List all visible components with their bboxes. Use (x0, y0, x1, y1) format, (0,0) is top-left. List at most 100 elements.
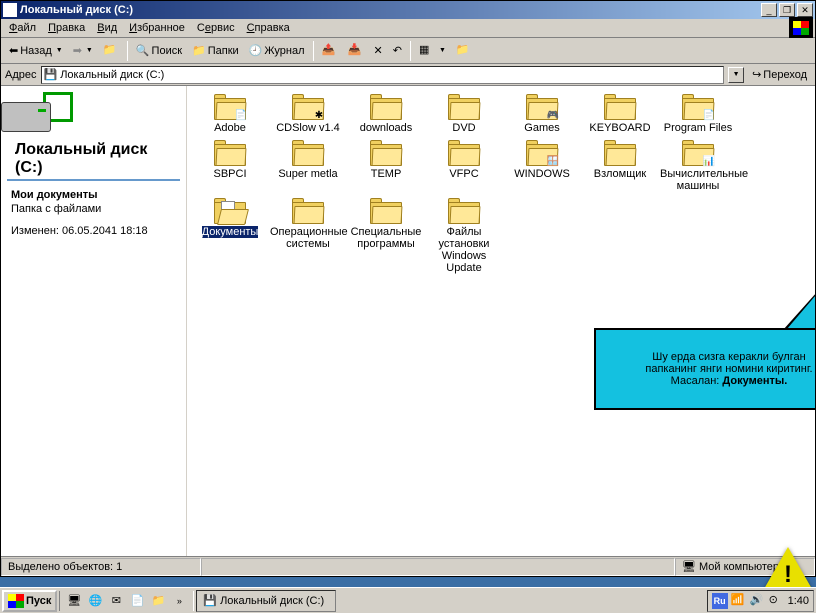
ql-ie[interactable]: 🌐 (85, 591, 105, 611)
forward-button[interactable]: ➡▼ (69, 42, 97, 59)
tray-icon-1[interactable]: 📶 (731, 593, 747, 609)
tray-icon-3[interactable]: ⊙ (769, 593, 785, 609)
taskbar: Пуск 🖥 🌐 ✉ 📄 📁 » 💾 Локальный диск (C:) R… (0, 587, 816, 613)
folder-label: Adobe (214, 122, 246, 134)
folder-item[interactable]: VFPC (425, 140, 503, 192)
toolbar: ⬅Назад▼ ➡▼ 📁 🔍Поиск 📁Папки 🕘Журнал 📤 📥 ✕… (1, 38, 815, 64)
extra-button[interactable]: 📁 (452, 41, 476, 61)
folder-item[interactable]: Super metla (269, 140, 347, 192)
folder-item[interactable]: 📄Adobe (191, 94, 269, 134)
language-indicator[interactable]: Ru (712, 593, 728, 609)
folder-icon (214, 198, 246, 224)
folder-label: Операционные системы (270, 226, 346, 250)
explorer-window: Локальный диск (C:) _ ❐ ✕ Файл Правка Ви… (0, 0, 816, 577)
addressbar: Адрес 💾 Локальный диск (C:) ▼ ↪Переход (1, 64, 815, 86)
menu-favorites[interactable]: Избранное (123, 20, 191, 36)
move-icon: 📤 (322, 43, 338, 59)
folder-icon (370, 94, 402, 120)
menu-tools[interactable]: Сервис (191, 20, 241, 36)
folder-label: DVD (452, 122, 475, 134)
address-input[interactable]: 💾 Локальный диск (C:) (41, 66, 725, 84)
folder-label: Games (524, 122, 559, 134)
quick-launch: 🖥 🌐 ✉ 📄 📁 » (59, 591, 194, 611)
history-button[interactable]: 🕘Журнал (245, 42, 309, 59)
folder-item[interactable]: DVD (425, 94, 503, 134)
taskbar-item-explorer[interactable]: 💾 Локальный диск (C:) (196, 590, 336, 612)
ql-desktop[interactable]: 🖥 (64, 591, 84, 611)
folder-label: CDSlow v1.4 (276, 122, 340, 134)
folder-up-icon: 📁 (103, 43, 119, 59)
menu-file[interactable]: Файл (3, 20, 42, 36)
folder-icon (370, 198, 402, 224)
drive-graphic (1, 92, 81, 137)
menu-edit[interactable]: Правка (42, 20, 91, 36)
folder-icon (448, 140, 480, 166)
close-button[interactable]: ✕ (797, 3, 813, 17)
icon-area[interactable]: 📄Adobe✱CDSlow v1.4downloads DVD 🎮GamesKEYB… (187, 86, 815, 556)
ql-app1[interactable]: 📄 (127, 591, 147, 611)
statusbar: Выделено объектов: 1 🖥Мой компьютер (1, 556, 815, 576)
folder-label: Super metla (278, 168, 337, 180)
separator (410, 41, 411, 61)
folder-icon (604, 94, 636, 120)
folder-item[interactable]: downloads (347, 94, 425, 134)
folder-item[interactable]: Операционные системы (269, 198, 347, 274)
restore-button[interactable]: ❐ (779, 3, 795, 17)
extra-icon: 📁 (456, 43, 472, 59)
selection-modified: Изменен: 06.05.2041 18:18 (11, 225, 176, 237)
back-arrow-icon: ⬅ (9, 44, 18, 57)
titlebar[interactable]: Локальный диск (C:) _ ❐ ✕ (1, 1, 815, 19)
folder-icon (370, 140, 402, 166)
search-button[interactable]: 🔍Поиск (132, 42, 186, 59)
views-button[interactable]: ▦▼ (415, 41, 450, 61)
folder-item[interactable]: 🪟WINDOWS (503, 140, 581, 192)
moveto-button[interactable]: 📤 (318, 41, 342, 61)
folder-item[interactable]: Специальные программы (347, 198, 425, 274)
undo-button[interactable]: ↶ (389, 42, 406, 59)
go-button[interactable]: ↪Переход (748, 66, 811, 83)
separator (313, 41, 314, 61)
menu-view[interactable]: Вид (91, 20, 123, 36)
go-icon: ↪ (752, 68, 761, 81)
drive-icon: 💾 (44, 68, 58, 81)
ql-more[interactable]: » (169, 591, 189, 611)
folder-item[interactable]: 📊Вычислительные машины (659, 140, 737, 192)
ql-app2[interactable]: 📁 (148, 591, 168, 611)
tray-icon-2[interactable]: 🔊 (750, 593, 766, 609)
folders-button[interactable]: 📁Папки (188, 42, 243, 59)
folder-label: TEMP (371, 168, 402, 180)
minimize-button[interactable]: _ (761, 3, 777, 17)
delete-button[interactable]: ✕ (370, 42, 387, 59)
undo-icon: ↶ (393, 44, 402, 57)
folder-label: Program Files (664, 122, 732, 134)
menu-help[interactable]: Справка (241, 20, 296, 36)
ql-outlook[interactable]: ✉ (106, 591, 126, 611)
folder-item[interactable]: ✱CDSlow v1.4 (269, 94, 347, 134)
copyto-button[interactable]: 📥 (344, 41, 368, 61)
views-icon: ▦ (419, 43, 435, 59)
folder-item[interactable]: Документы (191, 198, 269, 274)
content-area: Локальный диск (C:) Мои документы Папка … (1, 86, 815, 556)
status-spacer (201, 558, 675, 576)
folder-icon (448, 94, 480, 120)
folder-item[interactable]: TEMP (347, 140, 425, 192)
back-button[interactable]: ⬅Назад▼ (5, 42, 67, 59)
folder-item[interactable]: 🎮Games (503, 94, 581, 134)
up-button[interactable]: 📁 (99, 41, 123, 61)
folder-icon (292, 140, 324, 166)
separator (127, 41, 128, 61)
folder-item[interactable]: 📄Program Files (659, 94, 737, 134)
warning-overlay-icon: ! (764, 547, 812, 591)
start-button[interactable]: Пуск (2, 590, 57, 612)
delete-icon: ✕ (374, 44, 383, 57)
folder-item[interactable]: SBPCI (191, 140, 269, 192)
address-label: Адрес (5, 69, 37, 81)
selection-type: Папка с файлами (11, 203, 176, 215)
folder-item[interactable]: Взломщик (581, 140, 659, 192)
folder-icon (604, 140, 636, 166)
folder-item[interactable]: Файлы установки Windows Update (425, 198, 503, 274)
address-dropdown[interactable]: ▼ (728, 67, 744, 83)
instruction-callout: Шу ерда сизга керакли булган папканинг я… (594, 328, 815, 410)
clock[interactable]: 1:40 (788, 595, 809, 607)
folder-item[interactable]: KEYBOARD (581, 94, 659, 134)
